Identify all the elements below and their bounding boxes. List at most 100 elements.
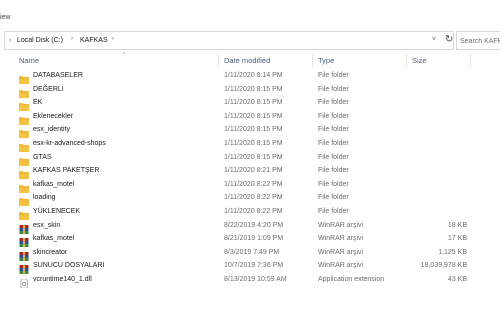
folder-icon — [19, 166, 29, 180]
file-name: kafkas_motel — [33, 180, 75, 188]
column-divider[interactable] — [312, 54, 313, 68]
file-row[interactable]: YÜKLENECEK 1/11/2020 8:22 PM File folder — [0, 205, 500, 220]
file-row[interactable]: KAFKAS PAKETŞER 1/11/2020 8:21 PM File f… — [0, 164, 500, 180]
folder-icon — [19, 193, 29, 207]
file-type: WinRAR arşivi — [318, 262, 364, 270]
file-type: File folder — [318, 72, 349, 79]
file-name: DEĞERLİ — [33, 85, 64, 93]
file-row[interactable]: Eklenecekler 1/11/2020 8:15 PM File fold… — [0, 110, 500, 125]
file-date: 1/11/2020 8:15 PM — [224, 99, 283, 107]
file-row[interactable]: EK 1/11/2020 8:15 PM File folder — [0, 96, 500, 112]
winrar-archive-icon — [19, 221, 29, 234]
search-box[interactable] — [456, 31, 500, 50]
winrar-archive-icon — [19, 261, 29, 275]
file-size: 18 KB — [447, 221, 467, 229]
file-type: WinRAR arşivi — [318, 221, 364, 229]
file-date: 1/11/2020 8:15 PM — [224, 85, 283, 93]
chevron-right-icon[interactable]: › — [71, 36, 73, 42]
address-bar-row: › Local Disk (C:) › KAFKAS › ˅ ↻ — [0, 31, 500, 51]
file-size: 1,125 KB — [438, 248, 467, 256]
folder-icon — [19, 85, 29, 98]
file-type: File folder — [318, 153, 349, 161]
column-divider[interactable] — [406, 54, 407, 68]
breadcrumb-local-disk[interactable]: Local Disk (C:) — [17, 36, 63, 45]
file-type: Application extension — [318, 275, 385, 283]
file-row[interactable]: GTAS 1/11/2020 8:15 PM File folder — [0, 151, 500, 166]
file-type: File folder — [318, 126, 349, 134]
file-name: kafkas_motel — [33, 235, 75, 243]
file-name: SUNUCU DOSYALARI — [33, 262, 105, 270]
file-date: 1/11/2020 8:22 PM — [224, 207, 283, 215]
file-row[interactable]: DATABASELER 1/11/2020 8:14 PM File folde… — [0, 69, 500, 84]
file-name: KAFKAS PAKETŞER — [33, 167, 100, 175]
file-name: esx_identity — [33, 126, 70, 134]
file-size: 18,039,978 KB — [420, 262, 467, 270]
file-row[interactable]: DEĞERLİ 1/11/2020 8:15 PM File folder — [0, 83, 500, 98]
file-name: esx_skin — [33, 221, 61, 229]
file-type: File folder — [318, 194, 349, 202]
file-name: YÜKLENECEK — [33, 207, 81, 215]
file-row[interactable]: skincreator 8/3/2019 7:49 PM WinRAR arşi… — [0, 246, 500, 261]
file-list: DATABASELER 1/11/2020 8:14 PM File folde… — [0, 69, 500, 289]
file-date: 1/11/2020 8:14 PM — [224, 72, 283, 79]
file-date: 8/22/2019 4:20 PM — [224, 221, 284, 229]
file-name: esx-kr-advanced-shops — [33, 139, 106, 147]
search-input[interactable] — [460, 34, 500, 48]
file-type: File folder — [318, 99, 349, 107]
file-type: File folder — [318, 167, 349, 175]
file-date: 1/11/2020 8:15 PM — [224, 139, 283, 147]
folder-icon — [19, 71, 29, 84]
file-name: DATABASELER — [33, 72, 83, 79]
breadcrumb-kafkas[interactable]: KAFKAS — [80, 36, 108, 45]
column-divider[interactable] — [470, 54, 471, 68]
winrar-archive-icon — [19, 234, 29, 248]
chevron-right-icon[interactable]: › — [112, 36, 114, 42]
chevron-down-icon[interactable]: ˅ — [432, 36, 436, 43]
file-date: 1/11/2020 8:15 PM — [224, 126, 283, 134]
column-header-name[interactable]: Name — [19, 56, 39, 66]
file-type: WinRAR arşivi — [318, 248, 364, 256]
folder-icon — [19, 139, 29, 152]
file-row[interactable]: kafkas_motel 1/11/2020 8:22 PM File fold… — [0, 178, 500, 193]
file-row[interactable]: kafkas_motel 8/21/2019 1:09 PM WinRAR ar… — [0, 232, 500, 248]
file-row[interactable]: esx-kr-advanced-shops 1/11/2020 8:15 PM … — [0, 137, 500, 152]
dll-file-icon — [19, 275, 29, 289]
folder-icon — [19, 112, 29, 125]
column-header-type[interactable]: Type — [318, 56, 334, 66]
file-size: 17 KB — [447, 235, 467, 243]
file-date: 1/11/2020 8:22 PM — [224, 180, 283, 188]
file-row[interactable]: esx_identity 1/11/2020 8:15 PM File fold… — [0, 123, 500, 139]
file-row[interactable]: SUNUCU DOSYALARI 10/7/2019 7:36 PM WinRA… — [0, 259, 500, 275]
file-name: loading — [33, 194, 56, 202]
folder-icon — [19, 98, 29, 112]
ribbon-tab-view[interactable]: iew — [0, 13, 11, 22]
file-type: File folder — [318, 85, 349, 93]
file-size: 43 KB — [447, 275, 467, 283]
file-type: File folder — [318, 112, 349, 120]
file-name: EK — [33, 99, 43, 107]
column-header-size[interactable]: Size — [412, 56, 427, 66]
file-date: 8/13/2019 10:59 AM — [224, 275, 287, 283]
file-type: WinRAR arşivi — [318, 235, 364, 243]
column-header-date[interactable]: Date modified — [224, 56, 270, 66]
address-bar[interactable]: › Local Disk (C:) › KAFKAS › ˅ ↻ — [4, 31, 454, 50]
refresh-icon[interactable]: ↻ — [445, 34, 453, 45]
file-date: 10/7/2019 7:36 PM — [224, 262, 284, 270]
folder-icon — [19, 180, 29, 193]
chevron-right-icon[interactable]: › — [9, 37, 11, 44]
file-date: 1/11/2020 8:22 PM — [224, 194, 283, 202]
file-date: 8/3/2019 7:49 PM — [224, 248, 280, 256]
file-date: 1/11/2020 8:15 PM — [224, 112, 283, 120]
column-header-row: Name Date modified Type Size — [0, 54, 500, 68]
file-name: skincreator — [33, 248, 68, 256]
file-type: File folder — [318, 180, 349, 188]
file-date: 8/21/2019 1:09 PM — [224, 235, 284, 243]
file-row[interactable]: esx_skin 8/22/2019 4:20 PM WinRAR arşivi… — [0, 219, 500, 234]
file-row[interactable]: vcruntime140_1.dll 8/13/2019 10:59 AM Ap… — [0, 273, 500, 289]
file-row[interactable]: loading 1/11/2020 8:22 PM File folder — [0, 191, 500, 207]
file-type: File folder — [318, 139, 349, 147]
folder-icon — [19, 207, 29, 220]
file-name: Eklenecekler — [33, 112, 74, 120]
column-divider[interactable] — [218, 54, 219, 68]
file-type: File folder — [318, 207, 349, 215]
